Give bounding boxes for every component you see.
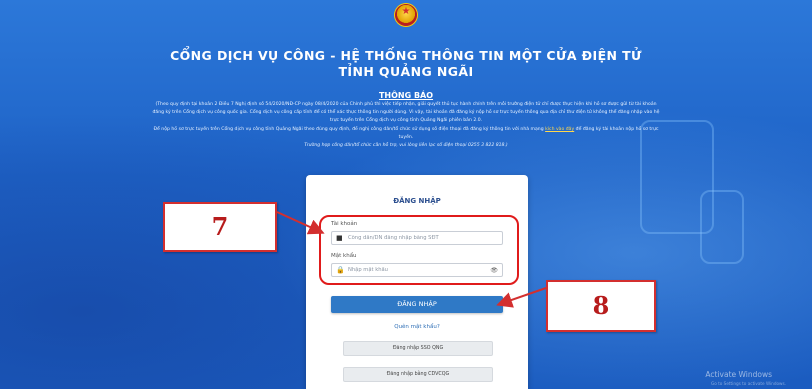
forgot-password-link[interactable]: Quên mật khẩu? (306, 324, 528, 330)
register-link[interactable]: kích vào đây (545, 127, 574, 132)
national-portal-login-button[interactable]: Đăng nhập bằng CDVCQG (343, 367, 493, 382)
step-7-callout: 7 (163, 202, 277, 252)
login-title: ĐĂNG NHẬP (393, 197, 441, 205)
login-button[interactable]: ĐĂNG NHẬP (331, 296, 503, 313)
credentials-highlight (319, 215, 519, 285)
activate-windows-watermark: Activate Windows (705, 370, 772, 379)
step-8-callout: 8 (546, 280, 656, 332)
login-form: ĐĂNG NHẬP Tài khoản ■ Mật khẩu 🔒 👁 ĐĂNG … (306, 0, 528, 389)
decorative-phone-shape (700, 190, 744, 264)
activate-windows-subtitle: Go to Settings to activate Windows. (710, 381, 786, 386)
notice-line-4-tail: để đăng ký tài khoản nộp hồ sơ trực (574, 127, 659, 132)
sso-login-button[interactable]: Đăng nhập SSO QNG (343, 341, 493, 356)
